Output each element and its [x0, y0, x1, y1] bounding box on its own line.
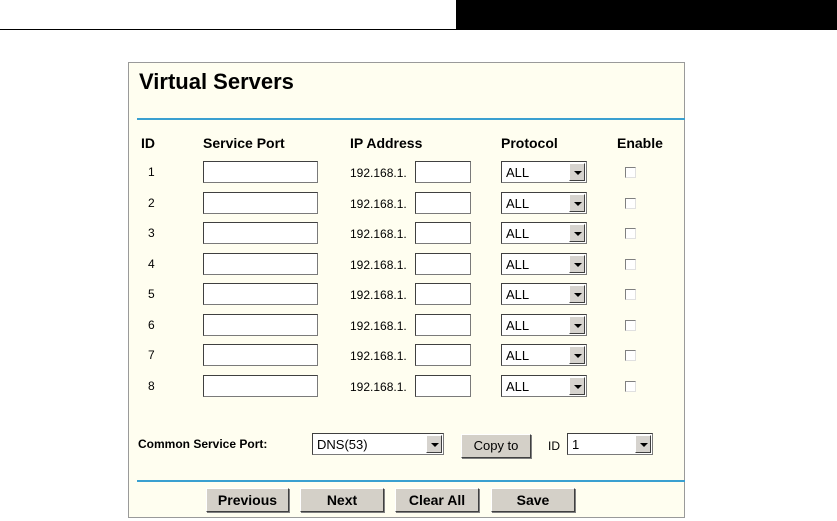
table-row: 6 192.168.1. ALL [129, 313, 686, 344]
ip-prefix: 192.168.1. [350, 379, 407, 394]
protocol-select[interactable]: ALL [501, 283, 587, 305]
previous-button[interactable]: Previous [206, 488, 289, 512]
ip-prefix: 192.168.1. [350, 288, 407, 302]
protocol-select[interactable]: ALL [501, 252, 587, 275]
table-row: 8 192.168.1. ALL [129, 374, 686, 405]
ip-last-octet-input[interactable] [415, 374, 471, 397]
ip-prefix: 192.168.1. [350, 196, 407, 211]
save-button[interactable]: Save [491, 488, 575, 512]
protocol-value: ALL [506, 317, 530, 333]
service-port-input[interactable] [203, 374, 318, 397]
enable-checkbox[interactable] [625, 289, 636, 300]
ip-last-octet-input[interactable] [415, 222, 471, 244]
ip-prefix: 192.168.1. [350, 257, 407, 272]
service-port-input[interactable] [203, 222, 318, 244]
row-id: 2 [148, 195, 155, 210]
page-title: Virtual Servers [139, 69, 294, 94]
row-id: 7 [148, 348, 155, 362]
protocol-select[interactable]: ALL [501, 222, 587, 244]
table-row: 3 192.168.1. ALL [129, 222, 686, 252]
row-id: 6 [148, 317, 155, 332]
protocol-value: ALL [506, 378, 530, 394]
dropdown-arrow-icon[interactable] [569, 254, 585, 273]
dropdown-arrow-icon[interactable] [569, 163, 585, 181]
copy-id-select[interactable]: 1 [567, 433, 653, 455]
dropdown-arrow-icon[interactable] [569, 193, 585, 212]
table-row: 7 192.168.1. ALL [129, 344, 686, 374]
table-row: 5 192.168.1. ALL [129, 283, 686, 313]
protocol-value: ALL [506, 165, 530, 180]
ip-prefix: 192.168.1. [350, 166, 407, 180]
enable-checkbox[interactable] [625, 319, 636, 331]
enable-checkbox[interactable] [625, 167, 636, 178]
service-port-input[interactable] [203, 161, 318, 183]
row-id: 5 [148, 287, 155, 301]
column-header-enable: Enable [617, 135, 663, 151]
next-button[interactable]: Next [300, 488, 384, 512]
table-row: 4 192.168.1. ALL [129, 252, 686, 283]
table-row: 2 192.168.1. ALL [129, 191, 686, 222]
enable-checkbox[interactable] [625, 350, 636, 361]
common-service-port-select[interactable]: DNS(53) [312, 433, 444, 455]
service-port-input[interactable] [203, 252, 318, 275]
protocol-select[interactable]: ALL [501, 191, 587, 214]
ip-prefix: 192.168.1. [350, 227, 407, 241]
dropdown-arrow-icon[interactable] [569, 376, 585, 395]
virtual-servers-panel: Virtual Servers ID Service Port IP Addre… [128, 62, 685, 518]
common-service-port-value: DNS(53) [317, 437, 368, 452]
enable-checkbox[interactable] [625, 228, 636, 239]
row-id: 1 [148, 165, 155, 179]
row-id: 3 [148, 226, 155, 240]
ip-last-octet-input[interactable] [415, 283, 471, 305]
protocol-select[interactable]: ALL [501, 344, 587, 366]
copy-id-value: 1 [572, 437, 580, 452]
clear-all-button[interactable]: Clear All [395, 488, 479, 512]
common-service-port-label: Common Service Port: [138, 437, 268, 451]
ip-last-octet-input[interactable] [415, 161, 471, 183]
dropdown-arrow-icon[interactable] [569, 346, 585, 364]
bottom-divider [137, 480, 685, 482]
column-header-service-port: Service Port [203, 135, 285, 151]
row-id: 4 [148, 256, 155, 271]
header-rule [0, 29, 837, 30]
dropdown-arrow-icon[interactable] [569, 315, 585, 334]
dropdown-arrow-icon[interactable] [569, 224, 585, 242]
protocol-select[interactable]: ALL [501, 374, 587, 397]
top-divider [137, 118, 685, 120]
ip-prefix: 192.168.1. [350, 318, 407, 333]
dropdown-arrow-icon[interactable] [569, 285, 585, 303]
protocol-value: ALL [506, 256, 530, 272]
column-header-id: ID [141, 135, 155, 151]
copy-id-label: ID [548, 439, 560, 453]
dropdown-arrow-icon[interactable] [426, 435, 442, 453]
ip-last-octet-input[interactable] [415, 344, 471, 366]
enable-checkbox[interactable] [625, 380, 636, 392]
service-port-input[interactable] [203, 191, 318, 214]
ip-prefix: 192.168.1. [350, 349, 407, 363]
table-row: 1 192.168.1. ALL [129, 161, 686, 191]
column-header-ip-address: IP Address [350, 135, 423, 151]
protocol-value: ALL [506, 348, 530, 363]
dropdown-arrow-icon[interactable] [635, 435, 651, 453]
row-id: 8 [148, 378, 155, 393]
copy-to-button[interactable]: Copy to [461, 434, 531, 458]
service-port-input[interactable] [203, 313, 318, 336]
enable-checkbox[interactable] [625, 258, 636, 270]
header-black-bar [456, 0, 837, 29]
ip-last-octet-input[interactable] [415, 313, 471, 336]
protocol-select[interactable]: ALL [501, 161, 587, 183]
protocol-select[interactable]: ALL [501, 313, 587, 336]
enable-checkbox[interactable] [625, 197, 636, 209]
protocol-value: ALL [506, 195, 530, 211]
service-port-input[interactable] [203, 283, 318, 305]
protocol-value: ALL [506, 287, 530, 302]
service-port-input[interactable] [203, 344, 318, 366]
protocol-value: ALL [506, 226, 530, 241]
ip-last-octet-input[interactable] [415, 191, 471, 214]
ip-last-octet-input[interactable] [415, 252, 471, 275]
column-header-protocol: Protocol [501, 135, 558, 151]
